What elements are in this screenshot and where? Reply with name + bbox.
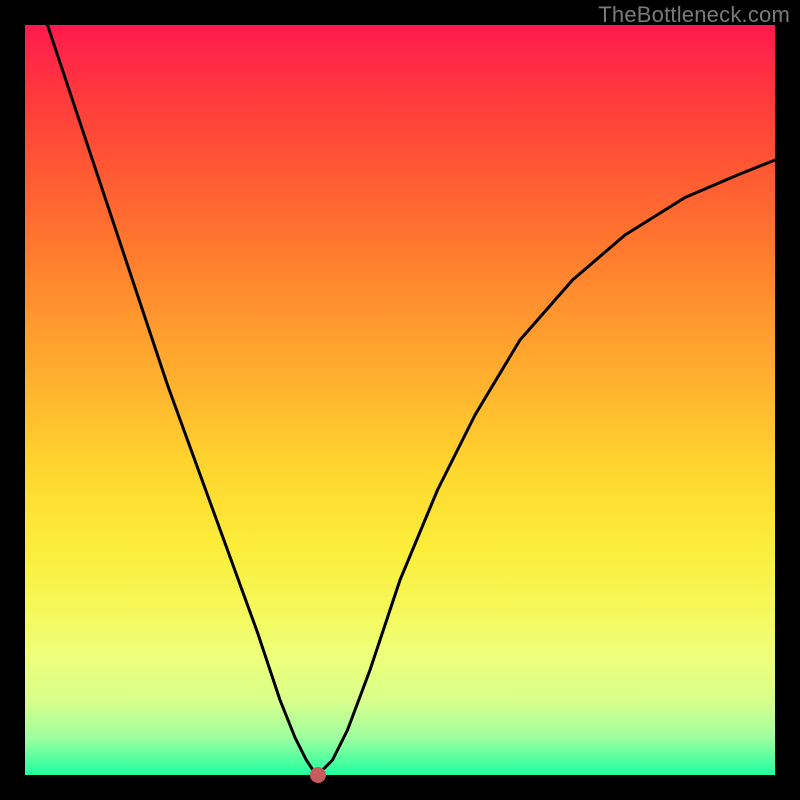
bottleneck-curve bbox=[25, 0, 775, 771]
chart-svg bbox=[25, 25, 775, 775]
minimum-point-marker bbox=[310, 767, 326, 783]
